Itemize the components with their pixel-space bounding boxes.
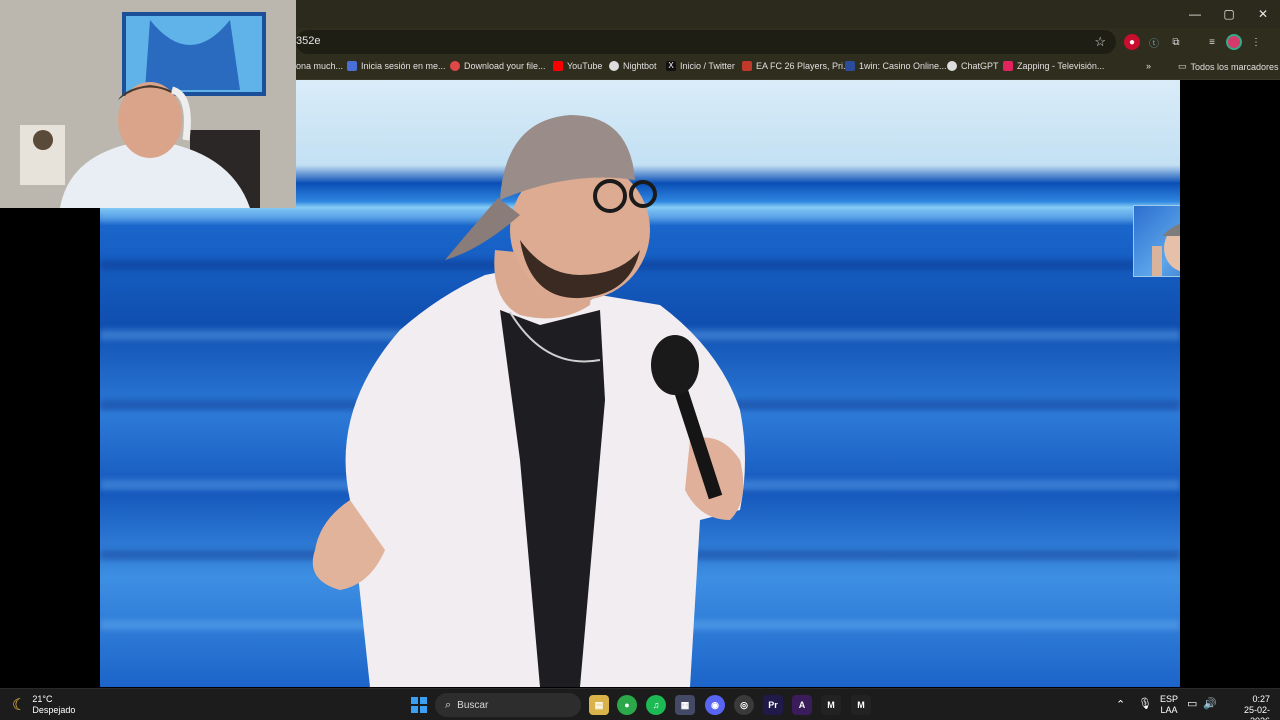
bookmark-item[interactable]: Inicia sesión en me... <box>347 61 446 71</box>
close-button[interactable]: ✕ <box>1246 0 1280 28</box>
bookmark-label: ChatGPT <box>961 61 999 71</box>
volume-icon[interactable]: 🔊 <box>1203 697 1217 710</box>
folder-icon: ▭ <box>1178 61 1187 71</box>
language-indicator[interactable]: ESP LAA <box>1160 694 1178 716</box>
media-control-icon[interactable]: ≡ <box>1204 34 1220 50</box>
streamer-figure <box>0 0 296 208</box>
bookmark-star-icon[interactable]: ☆ <box>1094 34 1106 50</box>
translate-icon[interactable]: ⓣ <box>1146 34 1162 50</box>
bookmark-label: ona much... <box>296 61 344 71</box>
download-site-icon <box>450 61 460 71</box>
pip-webcam-overlay <box>1133 205 1180 277</box>
screen: — ▢ ✕ 352e ☆ ● ⓣ ⧉ ≡ ⋮ ona much... Inici… <box>0 0 1280 720</box>
address-text: 352e <box>296 35 321 47</box>
network-icon[interactable]: ▭ <box>1187 697 1197 710</box>
lang-bottom: LAA <box>1160 705 1178 715</box>
futbin-icon <box>742 61 752 71</box>
menu-icon[interactable]: ⋮ <box>1248 34 1264 50</box>
discord-icon[interactable]: ◉ <box>705 695 725 715</box>
weather-widget[interactable]: ☾ 21°C Despejado <box>12 694 75 716</box>
more-bookmarks-icon[interactable]: » <box>1146 61 1151 71</box>
bookmark-item[interactable]: Download your file... <box>450 61 546 71</box>
weather-temp: 21°C <box>32 694 53 704</box>
bookmark-item[interactable]: ChatGPT <box>947 61 999 71</box>
bookmark-label: Nightbot <box>623 61 657 71</box>
bookmark-item[interactable]: X Inicio / Twitter <box>666 61 735 71</box>
app-m-icon[interactable]: M <box>821 695 841 715</box>
chrome-icon[interactable]: ● <box>617 695 637 715</box>
window-controls: — ▢ ✕ <box>1178 0 1280 28</box>
x-icon: X <box>666 61 676 71</box>
streamer-webcam-overlay <box>0 0 296 208</box>
start-button[interactable] <box>411 697 427 713</box>
pip-person-figure <box>1152 223 1180 276</box>
bookmark-item[interactable]: Zapping - Televisión... <box>1003 61 1104 71</box>
minimize-button[interactable]: — <box>1178 0 1212 28</box>
nightbot-icon <box>609 61 619 71</box>
windows-logo-icon <box>411 706 418 713</box>
windows-logo-icon <box>411 697 418 704</box>
search-label: Buscar <box>457 699 489 711</box>
moon-icon: ☾ <box>12 697 27 714</box>
bookmark-item[interactable]: YouTube <box>553 61 602 71</box>
bookmark-item[interactable]: EA FC 26 Players, Pri... <box>742 61 851 71</box>
profile-avatar[interactable] <box>1226 34 1242 50</box>
bookmark-item[interactable]: ona much... <box>296 61 343 71</box>
bookmark-label: EA FC 26 Players, Pri... <box>756 61 851 71</box>
clock-date: 25-02-2026 <box>1243 705 1270 720</box>
adobe-icon[interactable]: A <box>792 695 812 715</box>
bookmark-label: Zapping - Televisión... <box>1017 61 1105 71</box>
extensions-area: ● ⓣ ⧉ ≡ ⋮ <box>1124 34 1264 50</box>
clock-time: 0:27 <box>1252 694 1270 704</box>
bookmark-label: 1win: Casino Online... <box>859 61 947 71</box>
bookmark-label: Inicio / Twitter <box>680 61 735 71</box>
site-icon <box>347 61 357 71</box>
taskbar-search[interactable]: ⌕ Buscar <box>435 693 581 717</box>
windows-logo-icon <box>420 697 427 704</box>
zapping-icon <box>1003 61 1013 71</box>
search-icon: ⌕ <box>445 698 452 711</box>
premiere-icon[interactable]: Pr <box>763 695 783 715</box>
all-bookmarks-label: Todos los marcadores <box>1190 61 1279 72</box>
app-m-icon[interactable]: M <box>851 695 871 715</box>
bookmark-label: Download your file... <box>464 61 546 71</box>
chatgpt-icon <box>947 61 957 71</box>
address-bar[interactable]: 352e ☆ <box>296 30 1116 54</box>
weather-desc: Despejado <box>32 705 76 715</box>
ublock-icon[interactable]: ● <box>1124 34 1140 50</box>
bookmark-item[interactable]: Nightbot <box>609 61 657 71</box>
media-app-icon[interactable]: ▦ <box>675 695 695 715</box>
bookmark-label: Inicia sesión en me... <box>361 61 446 71</box>
chevron-up-icon[interactable]: ⌃ <box>1116 698 1125 711</box>
obs-icon[interactable]: ◎ <box>734 695 754 715</box>
file-explorer-icon[interactable]: ▤ <box>589 695 609 715</box>
bookmark-label: YouTube <box>567 61 603 71</box>
lang-top: ESP <box>1160 694 1179 704</box>
all-bookmarks-button[interactable]: ▭ Todos los marcadores <box>1178 61 1279 72</box>
casino-icon <box>845 61 855 71</box>
windows-logo-icon <box>420 706 427 713</box>
maximize-button[interactable]: ▢ <box>1212 0 1246 28</box>
clock[interactable]: 0:27 25-02-2026 <box>1224 694 1270 720</box>
microphone-icon[interactable]: 🎙 <box>1138 697 1152 710</box>
taskbar: ☾ 21°C Despejado ⌕ Buscar ▤ ● ♫ ▦ ◉ ◎ Pr… <box>0 688 1280 720</box>
spotify-icon[interactable]: ♫ <box>646 695 666 715</box>
bookmark-item[interactable]: 1win: Casino Online... <box>845 61 947 71</box>
puzzle-icon[interactable]: ⧉ <box>1168 34 1184 50</box>
youtube-icon <box>553 61 563 71</box>
